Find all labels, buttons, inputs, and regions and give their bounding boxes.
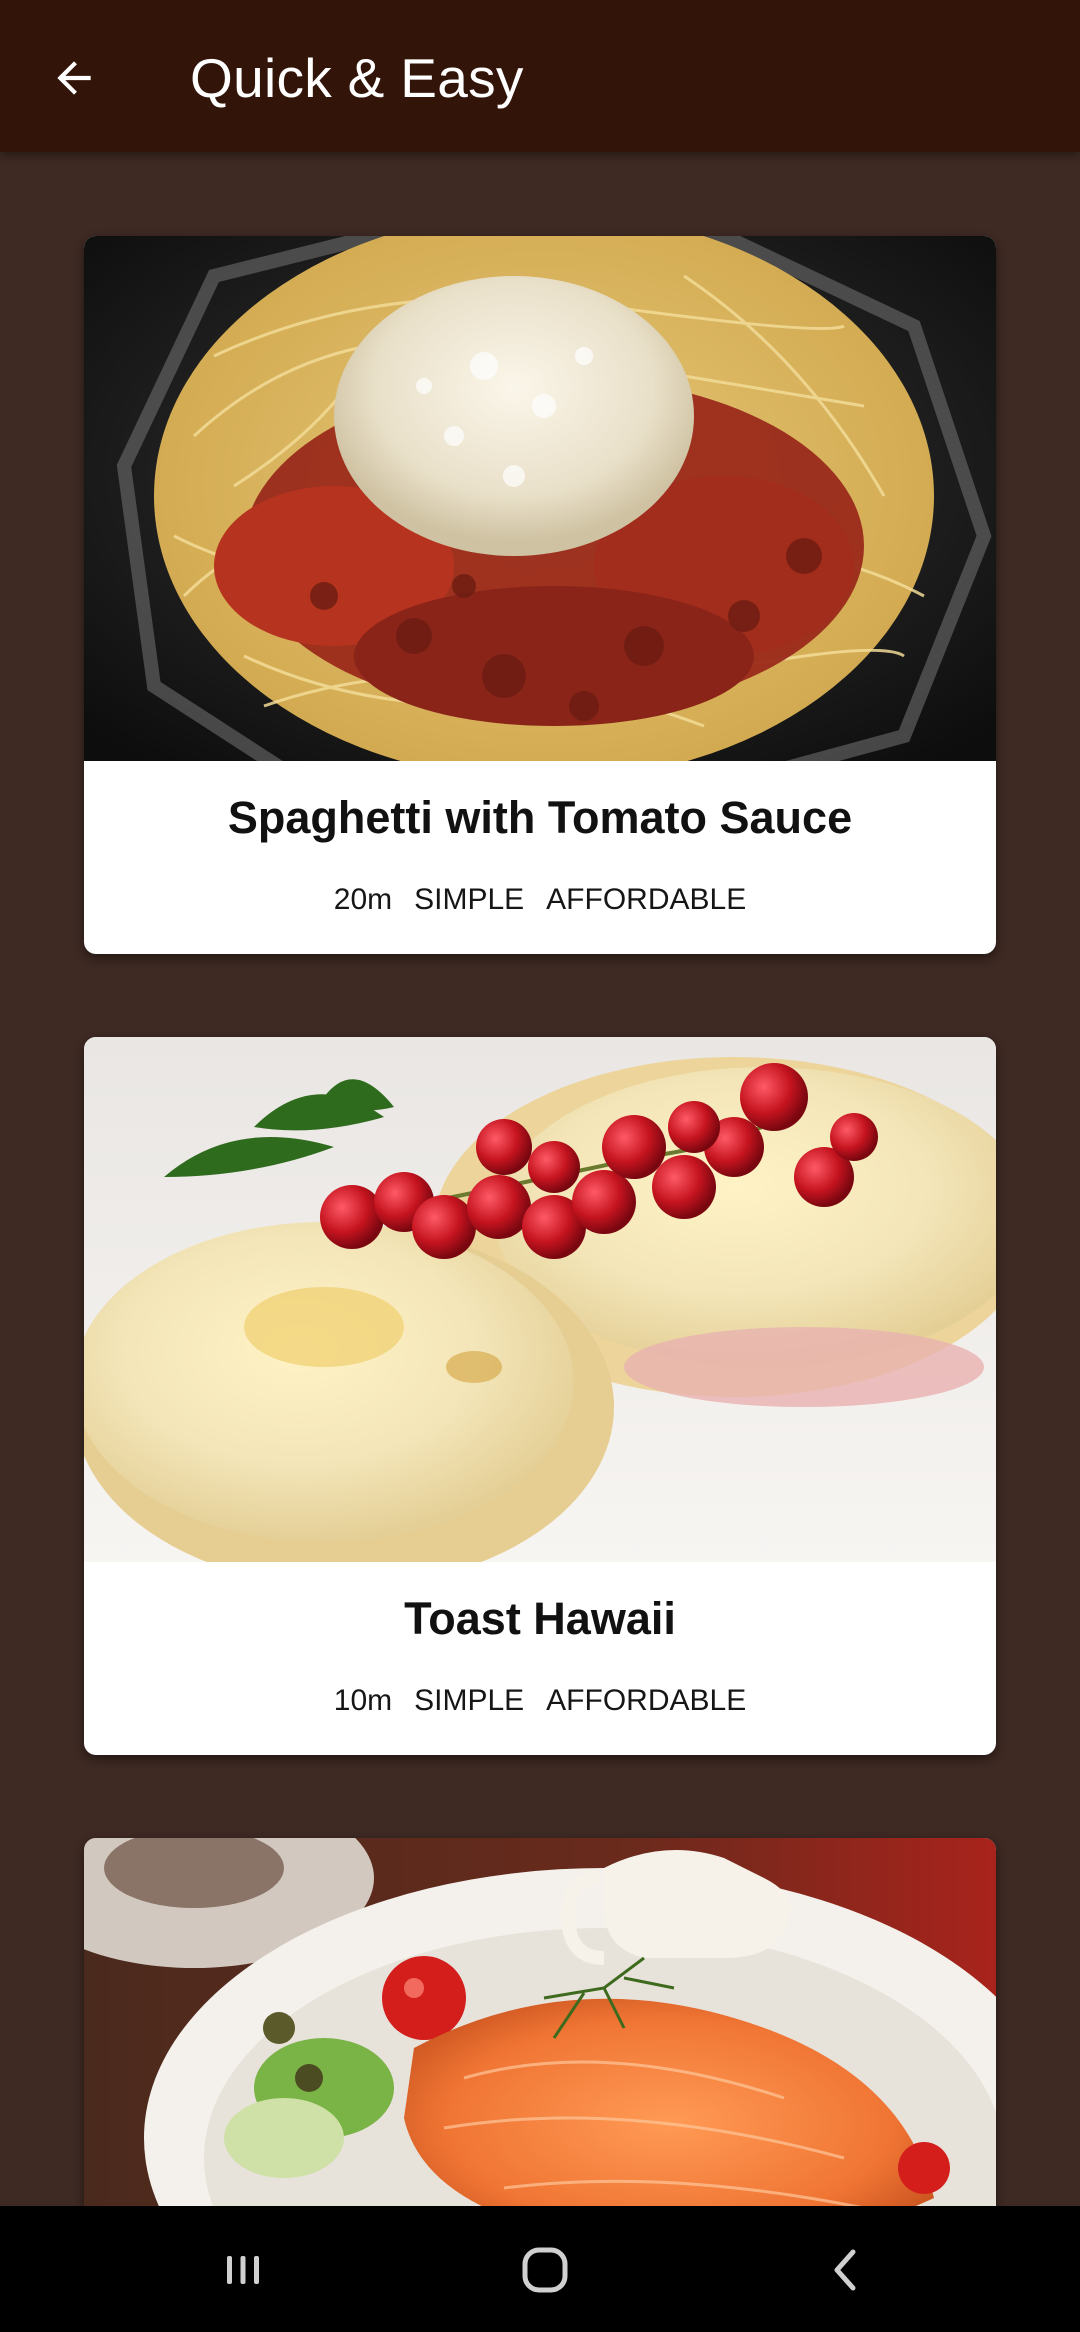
meal-affordability: AFFORDABLE — [546, 1684, 747, 1717]
meal-card[interactable] — [84, 1838, 996, 2206]
system-nav-bar — [0, 2206, 1080, 2332]
spaghetti-bolognese-photo — [84, 236, 996, 761]
recent-apps-icon — [227, 2256, 259, 2284]
meal-duration: 20m — [333, 883, 393, 916]
meal-complexity: SIMPLE — [414, 1684, 525, 1717]
meal-meta: 10m SIMPLE AFFORDABLE — [84, 1683, 996, 1719]
back-button[interactable] — [32, 36, 116, 120]
arrow-left-icon — [57, 61, 91, 95]
meal-card[interactable]: Spaghetti with Tomato Sauce 20m SIMPLE A… — [84, 236, 996, 954]
meal-title: Toast Hawaii — [404, 1593, 676, 1644]
page-title: Quick & Easy — [190, 47, 524, 109]
app-bar: Quick & Easy — [0, 0, 1080, 152]
meal-list[interactable]: Spaghetti with Tomato Sauce 20m SIMPLE A… — [0, 152, 1080, 2206]
toast-hawaii-photo — [84, 1037, 996, 1562]
meal-duration: 10m — [333, 1684, 393, 1717]
system-back-icon — [834, 2249, 856, 2291]
home-button[interactable] — [485, 2230, 605, 2310]
smoked-salmon-salad-photo — [84, 1838, 996, 2206]
meal-affordability: AFFORDABLE — [546, 883, 747, 916]
meal-info: Spaghetti with Tomato Sauce 20m SIMPLE A… — [84, 761, 996, 954]
home-icon — [522, 2247, 568, 2293]
meal-card[interactable]: Toast Hawaii 10m SIMPLE AFFORDABLE — [84, 1037, 996, 1755]
meal-info: Toast Hawaii 10m SIMPLE AFFORDABLE — [84, 1562, 996, 1755]
meal-title: Spaghetti with Tomato Sauce — [227, 792, 853, 843]
meal-complexity: SIMPLE — [414, 883, 525, 916]
system-back-button[interactable] — [787, 2230, 907, 2310]
recent-apps-button[interactable] — [183, 2230, 303, 2310]
meal-meta: 20m SIMPLE AFFORDABLE — [84, 882, 996, 918]
